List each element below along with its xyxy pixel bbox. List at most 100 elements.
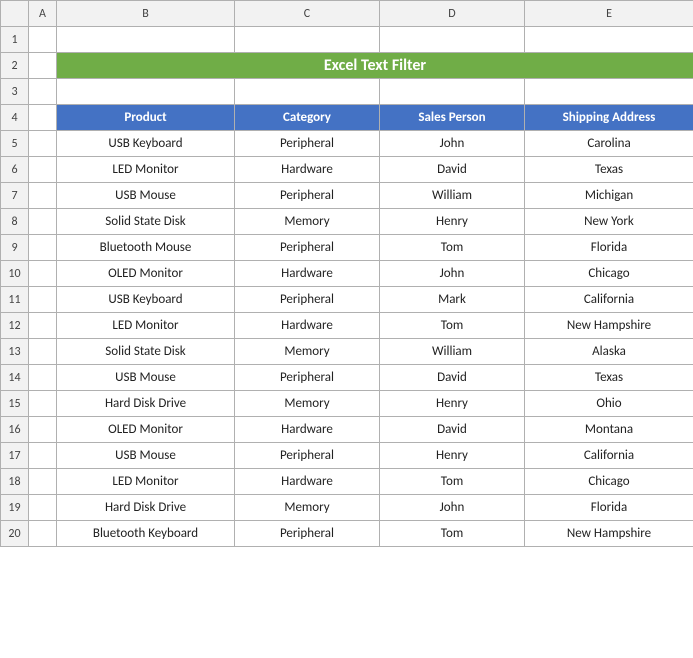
cell-sales-person-10[interactable]: John	[380, 261, 525, 287]
cell-product-15[interactable]: Hard Disk Drive	[57, 391, 235, 417]
cell-a16	[29, 417, 57, 443]
row-header-11: 11	[1, 287, 29, 313]
col-header-b[interactable]: B	[57, 1, 235, 27]
cell-category-20[interactable]: Peripheral	[235, 521, 380, 547]
cell-product-16[interactable]: OLED Monitor	[57, 417, 235, 443]
row-header-7: 7	[1, 183, 29, 209]
row-header-20: 20	[1, 521, 29, 547]
corner-cell	[1, 1, 29, 27]
cell-product-9[interactable]: Bluetooth Mouse	[57, 235, 235, 261]
cell-shipping-address-20[interactable]: New Hampshire	[525, 521, 693, 547]
cell-product-17[interactable]: USB Mouse	[57, 443, 235, 469]
cell-product-10[interactable]: OLED Monitor	[57, 261, 235, 287]
cell-category-15[interactable]: Memory	[235, 391, 380, 417]
cell-a6	[29, 157, 57, 183]
cell-a10	[29, 261, 57, 287]
cell-product-11[interactable]: USB Keyboard	[57, 287, 235, 313]
cell-empty-1-2	[235, 27, 380, 53]
cell-sales-person-5[interactable]: John	[380, 131, 525, 157]
col-header-c[interactable]: C	[235, 1, 380, 27]
cell-a13	[29, 339, 57, 365]
row-header-19: 19	[1, 495, 29, 521]
cell-shipping-address-16[interactable]: Montana	[525, 417, 693, 443]
cell-category-6[interactable]: Hardware	[235, 157, 380, 183]
cell-empty-3-0	[29, 79, 57, 105]
table-header-sales-person: Sales Person	[380, 105, 525, 131]
cell-a7	[29, 183, 57, 209]
cell-shipping-address-15[interactable]: Ohio	[525, 391, 693, 417]
cell-sales-person-18[interactable]: Tom	[380, 469, 525, 495]
cell-sales-person-11[interactable]: Mark	[380, 287, 525, 313]
cell-a18	[29, 469, 57, 495]
row-header-18: 18	[1, 469, 29, 495]
row-header-13: 13	[1, 339, 29, 365]
cell-sales-person-13[interactable]: William	[380, 339, 525, 365]
col-header-e[interactable]: E	[525, 1, 693, 27]
cell-shipping-address-14[interactable]: Texas	[525, 365, 693, 391]
cell-a15	[29, 391, 57, 417]
cell-product-20[interactable]: Bluetooth Keyboard	[57, 521, 235, 547]
cell-product-19[interactable]: Hard Disk Drive	[57, 495, 235, 521]
table-header-category: Category	[235, 105, 380, 131]
cell-category-18[interactable]: Hardware	[235, 469, 380, 495]
cell-a2	[29, 53, 57, 79]
cell-category-14[interactable]: Peripheral	[235, 365, 380, 391]
cell-sales-person-14[interactable]: David	[380, 365, 525, 391]
cell-a19	[29, 495, 57, 521]
row-header-17: 17	[1, 443, 29, 469]
cell-shipping-address-8[interactable]: New York	[525, 209, 693, 235]
cell-empty-3-3	[380, 79, 525, 105]
cell-sales-person-15[interactable]: Henry	[380, 391, 525, 417]
cell-shipping-address-19[interactable]: Florida	[525, 495, 693, 521]
cell-product-13[interactable]: Solid State Disk	[57, 339, 235, 365]
cell-category-10[interactable]: Hardware	[235, 261, 380, 287]
cell-sales-person-7[interactable]: William	[380, 183, 525, 209]
cell-shipping-address-12[interactable]: New Hampshire	[525, 313, 693, 339]
cell-shipping-address-5[interactable]: Carolina	[525, 131, 693, 157]
cell-category-5[interactable]: Peripheral	[235, 131, 380, 157]
table-header-product: Product	[57, 105, 235, 131]
cell-product-18[interactable]: LED Monitor	[57, 469, 235, 495]
cell-product-8[interactable]: Solid State Disk	[57, 209, 235, 235]
cell-shipping-address-7[interactable]: Michigan	[525, 183, 693, 209]
cell-category-9[interactable]: Peripheral	[235, 235, 380, 261]
cell-sales-person-20[interactable]: Tom	[380, 521, 525, 547]
cell-sales-person-17[interactable]: Henry	[380, 443, 525, 469]
cell-category-13[interactable]: Memory	[235, 339, 380, 365]
cell-sales-person-6[interactable]: David	[380, 157, 525, 183]
cell-shipping-address-10[interactable]: Chicago	[525, 261, 693, 287]
row-header-3: 3	[1, 79, 29, 105]
cell-sales-person-16[interactable]: David	[380, 417, 525, 443]
col-header-a[interactable]: A	[29, 1, 57, 27]
cell-sales-person-9[interactable]: Tom	[380, 235, 525, 261]
cell-category-12[interactable]: Hardware	[235, 313, 380, 339]
cell-product-7[interactable]: USB Mouse	[57, 183, 235, 209]
cell-product-5[interactable]: USB Keyboard	[57, 131, 235, 157]
cell-shipping-address-18[interactable]: Chicago	[525, 469, 693, 495]
cell-empty-3-4	[525, 79, 693, 105]
cell-sales-person-8[interactable]: Henry	[380, 209, 525, 235]
cell-shipping-address-17[interactable]: California	[525, 443, 693, 469]
cell-a11	[29, 287, 57, 313]
cell-category-8[interactable]: Memory	[235, 209, 380, 235]
cell-product-12[interactable]: LED Monitor	[57, 313, 235, 339]
title-cell: Excel Text Filter	[57, 53, 693, 79]
cell-category-19[interactable]: Memory	[235, 495, 380, 521]
cell-category-17[interactable]: Peripheral	[235, 443, 380, 469]
cell-shipping-address-6[interactable]: Texas	[525, 157, 693, 183]
cell-a17	[29, 443, 57, 469]
cell-shipping-address-11[interactable]: California	[525, 287, 693, 313]
cell-category-7[interactable]: Peripheral	[235, 183, 380, 209]
cell-product-14[interactable]: USB Mouse	[57, 365, 235, 391]
cell-category-16[interactable]: Hardware	[235, 417, 380, 443]
cell-shipping-address-13[interactable]: Alaska	[525, 339, 693, 365]
cell-category-11[interactable]: Peripheral	[235, 287, 380, 313]
row-header-6: 6	[1, 157, 29, 183]
cell-sales-person-12[interactable]: Tom	[380, 313, 525, 339]
cell-sales-person-19[interactable]: John	[380, 495, 525, 521]
cell-product-6[interactable]: LED Monitor	[57, 157, 235, 183]
cell-shipping-address-9[interactable]: Florida	[525, 235, 693, 261]
cell-a5	[29, 131, 57, 157]
col-header-d[interactable]: D	[380, 1, 525, 27]
cell-a14	[29, 365, 57, 391]
